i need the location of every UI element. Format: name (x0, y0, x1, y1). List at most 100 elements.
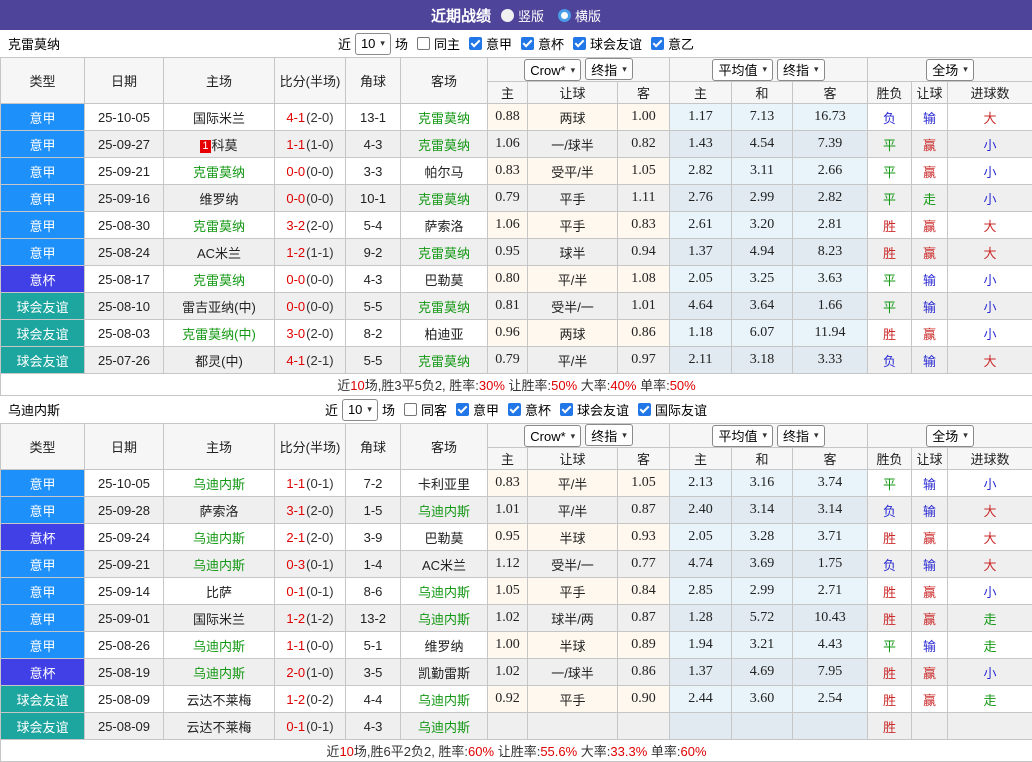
odds-final-select[interactable]: 终指▾ (585, 58, 633, 80)
radio-vertical-option[interactable]: 竖版 (501, 6, 544, 25)
league-type-badge[interactable]: 意甲 (1, 131, 85, 158)
avg-final-select[interactable]: 终指▾ (777, 425, 825, 447)
away-team-link[interactable]: 克雷莫纳 (418, 111, 470, 126)
recent-label: 近 (338, 34, 351, 53)
league-filter-checkbox[interactable] (560, 403, 573, 416)
avg-type-select[interactable]: 平均值▾ (712, 425, 773, 447)
home-team-link[interactable]: 国际米兰 (193, 111, 245, 126)
away-team-link[interactable]: 克雷莫纳 (418, 192, 470, 207)
league-filter-checkbox[interactable] (456, 403, 469, 416)
odds-final-select[interactable]: 终指▾ (585, 424, 633, 446)
home-team-link[interactable]: 国际米兰 (193, 612, 245, 627)
away-team-link[interactable]: 维罗纳 (424, 639, 463, 654)
league-type-badge[interactable]: 球会友谊 (1, 293, 85, 320)
match-date: 25-09-21 (85, 158, 164, 185)
home-team-link[interactable]: 都灵(中) (195, 354, 243, 369)
home-team-link[interactable]: 克雷莫纳 (193, 165, 245, 180)
avg-final-select[interactable]: 终指▾ (777, 59, 825, 81)
league-filter-checkbox[interactable] (638, 403, 651, 416)
home-team-link[interactable]: 云达不莱梅 (186, 720, 251, 735)
match-row: 球会友谊25-07-26都灵(中)4-1(2-1)5-5克雷莫纳0.79平/半0… (1, 347, 1032, 374)
league-filter-checkbox[interactable] (573, 37, 586, 50)
away-team-link[interactable]: 克雷莫纳 (418, 354, 470, 369)
home-team-link[interactable]: 乌迪内斯 (193, 558, 245, 573)
radio-horizontal-option[interactable]: 横版 (558, 6, 601, 25)
home-team-link[interactable]: 克雷莫纳 (193, 219, 245, 234)
column-header: 类型 (1, 58, 85, 104)
away-team-link[interactable]: 乌迪内斯 (418, 585, 470, 600)
avg-away: 16.73 (793, 104, 868, 131)
match-row: 球会友谊25-08-09云达不莱梅0-1(0-1)4-3乌迪内斯胜 (1, 713, 1032, 740)
away-team-link[interactable]: 乌迪内斯 (418, 612, 470, 627)
away-team-link[interactable]: 巴勒莫 (424, 531, 463, 546)
away-team-link[interactable]: 克雷莫纳 (418, 246, 470, 261)
away-team-link[interactable]: 凯勤雷斯 (418, 666, 470, 681)
away-team-link[interactable]: 乌迪内斯 (418, 720, 470, 735)
league-filter-checkbox[interactable] (469, 37, 482, 50)
home-team-link[interactable]: 克雷莫纳(中) (182, 327, 256, 342)
home-team-link[interactable]: 云达不莱梅 (186, 693, 251, 708)
league-type-badge[interactable]: 意杯 (1, 659, 85, 686)
league-filter-checkbox[interactable] (521, 37, 534, 50)
summary-text: 30% (479, 378, 505, 393)
league-type-badge[interactable]: 球会友谊 (1, 320, 85, 347)
recent-count-select[interactable]: 10▾ (355, 33, 391, 55)
home-team-link[interactable]: 乌迪内斯 (193, 666, 245, 681)
league-type-badge[interactable]: 球会友谊 (1, 686, 85, 713)
league-filter-checkbox[interactable] (651, 37, 664, 50)
avg-draw: 3.21 (732, 632, 793, 659)
away-team-link[interactable]: 克雷莫纳 (418, 138, 470, 153)
result-goals: 小 (948, 578, 1032, 605)
league-type-badge[interactable]: 意甲 (1, 497, 85, 524)
same-venue-checkbox[interactable] (404, 403, 417, 416)
result-scope-select[interactable]: 全场▾ (926, 425, 974, 447)
league-type-badge[interactable]: 意甲 (1, 185, 85, 212)
same-venue-checkbox[interactable] (417, 37, 430, 50)
away-team-link[interactable]: 卡利亚里 (418, 477, 470, 492)
league-type-badge[interactable]: 意甲 (1, 470, 85, 497)
away-team-link[interactable]: 帕尔马 (424, 165, 463, 180)
away-team-link[interactable]: 乌迪内斯 (418, 693, 470, 708)
home-team-link[interactable]: 维罗纳 (199, 192, 238, 207)
home-team-link[interactable]: 克雷莫纳 (193, 273, 245, 288)
home-team-link[interactable]: 比萨 (206, 585, 232, 600)
odds-away: 0.94 (618, 239, 670, 266)
away-team-link[interactable]: 巴勒莫 (424, 273, 463, 288)
result-goals: 大 (948, 104, 1032, 131)
match-score: 1-1(0-1) (275, 470, 346, 497)
league-type-badge[interactable]: 球会友谊 (1, 713, 85, 740)
league-type-badge[interactable]: 意甲 (1, 578, 85, 605)
home-team-link[interactable]: 乌迪内斯 (193, 639, 245, 654)
result-scope-select[interactable]: 全场▾ (926, 59, 974, 81)
home-team-link[interactable]: AC米兰 (197, 246, 241, 261)
league-type-badge[interactable]: 球会友谊 (1, 347, 85, 374)
away-team-link[interactable]: 乌迪内斯 (418, 504, 470, 519)
league-type-badge[interactable]: 意杯 (1, 524, 85, 551)
league-type-badge[interactable]: 意甲 (1, 551, 85, 578)
odds-company-select[interactable]: Crow*▾ (524, 59, 581, 81)
league-type-badge[interactable]: 意甲 (1, 239, 85, 266)
odds-company-select[interactable]: Crow*▾ (524, 425, 581, 447)
recent-count-select[interactable]: 10▾ (342, 399, 378, 421)
away-team-cell: AC米兰 (401, 551, 488, 578)
title-bar: 近期战绩 竖版 横版 (0, 0, 1032, 30)
league-type-badge[interactable]: 意甲 (1, 605, 85, 632)
summary-text: 33.3% (610, 744, 647, 759)
league-type-badge[interactable]: 意甲 (1, 632, 85, 659)
home-team-link[interactable]: 雷吉亚纳(中) (182, 300, 256, 315)
away-team-link[interactable]: 克雷莫纳 (418, 300, 470, 315)
home-team-link[interactable]: 科莫 (212, 138, 238, 153)
home-team-link[interactable]: 乌迪内斯 (193, 477, 245, 492)
league-type-badge[interactable]: 意甲 (1, 158, 85, 185)
league-filter-checkbox[interactable] (508, 403, 521, 416)
league-type-badge[interactable]: 意杯 (1, 266, 85, 293)
league-type-badge[interactable]: 意甲 (1, 212, 85, 239)
home-team-link[interactable]: 乌迪内斯 (193, 531, 245, 546)
home-team-link[interactable]: 萨索洛 (199, 504, 238, 519)
league-type-badge[interactable]: 意甲 (1, 104, 85, 131)
result-outcome: 胜 (868, 578, 912, 605)
away-team-link[interactable]: AC米兰 (422, 558, 466, 573)
avg-type-select[interactable]: 平均值▾ (712, 59, 773, 81)
away-team-link[interactable]: 萨索洛 (424, 219, 463, 234)
away-team-link[interactable]: 柏迪亚 (424, 327, 463, 342)
